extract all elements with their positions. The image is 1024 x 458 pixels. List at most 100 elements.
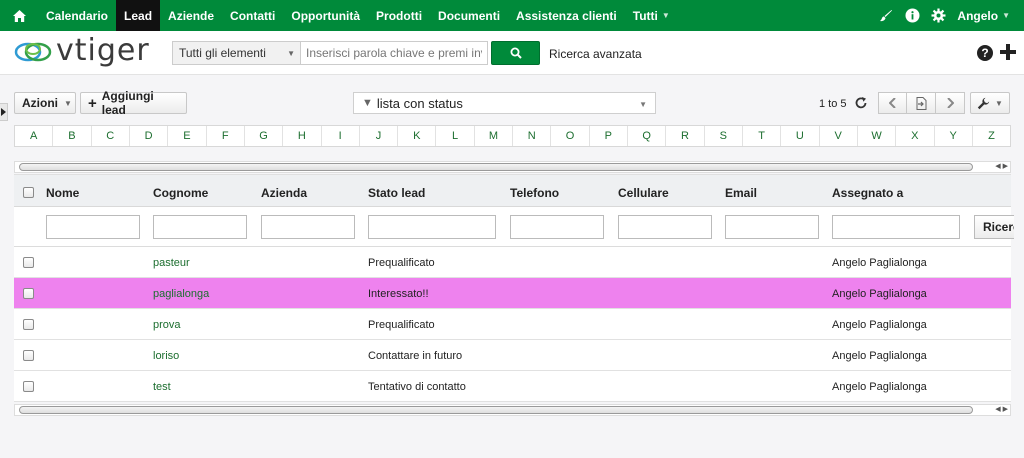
gear-icon[interactable] (925, 0, 951, 31)
refresh-icon[interactable] (854, 96, 868, 110)
nav-item-label: Contatti (230, 8, 276, 23)
alpha-letter-c[interactable]: C (92, 126, 130, 146)
column-header-email[interactable]: Email (725, 186, 757, 200)
alpha-letter-j[interactable]: J (360, 126, 399, 146)
nav-item-calendario[interactable]: Calendario (38, 0, 116, 31)
search-scope-select[interactable]: Tutti gli elementi ▼ (172, 41, 300, 65)
home-icon[interactable] (0, 0, 38, 31)
advanced-search-link[interactable]: Ricerca avanzata (549, 47, 642, 61)
nav-item-assistenza-clienti[interactable]: Assistenza clienti (508, 0, 625, 31)
alpha-letter-v[interactable]: V (820, 126, 858, 146)
table-row[interactable]: test Tentativo di contatto Angelo Paglialo… (14, 371, 1011, 402)
alpha-letter-h[interactable]: H (283, 126, 322, 146)
cell-cognome[interactable]: test (153, 381, 171, 393)
nav-item-aziende[interactable]: Aziende (160, 0, 222, 31)
actions-button[interactable]: Azioni ▼ (14, 92, 76, 114)
add-lead-button[interactable]: + Aggiungi lead (80, 89, 187, 117)
horizontal-scrollbar[interactable]: ◀ ▶ (14, 161, 1011, 173)
row-checkbox[interactable] (23, 381, 34, 392)
cell-cognome[interactable]: paglialonga (153, 288, 209, 300)
scroll-arrows-icon[interactable]: ◀ ▶ (995, 162, 1008, 172)
column-header-telefono[interactable]: Telefono (510, 186, 559, 200)
row-checkbox[interactable] (23, 257, 34, 268)
alpha-letter-x[interactable]: X (896, 126, 935, 146)
filter-input-azienda[interactable] (261, 215, 355, 239)
row-checkbox[interactable] (23, 350, 34, 361)
filter-input-stato[interactable] (368, 215, 496, 239)
alpha-letter-t[interactable]: T (743, 126, 782, 146)
alpha-letter-z[interactable]: Z (973, 126, 1010, 146)
alpha-letter-s[interactable]: S (705, 126, 743, 146)
help-icon[interactable]: ? (976, 44, 994, 62)
horizontal-scrollbar-bottom[interactable]: ◀ ▶ (14, 404, 1011, 416)
filter-select[interactable]: ▼ lista con status ▼ (353, 92, 656, 114)
alpha-letter-o[interactable]: O (551, 126, 590, 146)
row-checkbox[interactable] (23, 319, 34, 330)
add-icon[interactable] (998, 42, 1018, 62)
alpha-letter-a[interactable]: A (15, 126, 54, 146)
previous-page-button[interactable] (878, 92, 907, 114)
column-header-nome[interactable]: Nome (46, 186, 79, 200)
filter-input-assegnato[interactable] (832, 215, 960, 239)
select-all-checkbox[interactable] (23, 187, 34, 198)
search-filter-button[interactable]: Ricerca (974, 215, 1014, 239)
alpha-letter-r[interactable]: R (666, 126, 705, 146)
logo[interactable]: vtiger (14, 33, 150, 68)
filter-input-email[interactable] (725, 215, 819, 239)
pagination (878, 92, 965, 114)
alpha-letter-q[interactable]: Q (628, 126, 667, 146)
alpha-letter-e[interactable]: E (168, 126, 207, 146)
scrollbar-thumb[interactable] (19, 406, 973, 414)
alpha-letter-m[interactable]: M (475, 126, 514, 146)
alpha-letter-u[interactable]: U (781, 126, 820, 146)
nav-item-prodotti[interactable]: Prodotti (368, 0, 430, 31)
user-menu[interactable]: Angelo ▼ (951, 9, 1024, 23)
scrollbar-thumb[interactable] (19, 163, 973, 171)
column-header-azienda[interactable]: Azienda (261, 186, 307, 200)
table-row[interactable]: prova Prequalificato Angelo Paglialonga (14, 309, 1011, 340)
search-button[interactable] (491, 41, 540, 65)
alpha-letter-l[interactable]: L (436, 126, 475, 146)
alpha-letter-n[interactable]: N (513, 126, 552, 146)
sidebar-toggle[interactable] (0, 103, 8, 121)
alpha-letter-k[interactable]: K (398, 126, 437, 146)
cell-cognome[interactable]: prova (153, 319, 181, 331)
settings-dropdown-button[interactable]: ▼ (970, 92, 1010, 114)
alpha-letter-b[interactable]: B (53, 126, 92, 146)
cell-cognome[interactable]: loriso (153, 350, 179, 362)
alpha-letter-w[interactable]: W (858, 126, 897, 146)
column-header-stato[interactable]: Stato lead (368, 186, 425, 200)
nav-item-tutti[interactable]: Tutti ▼ (625, 0, 678, 31)
nav-item-documenti[interactable]: Documenti (430, 0, 508, 31)
filter-input-telefono[interactable] (510, 215, 604, 239)
scroll-arrows-icon[interactable]: ◀ ▶ (995, 405, 1008, 415)
next-page-button[interactable] (936, 92, 965, 114)
page-jump-button[interactable] (907, 92, 936, 114)
nav-item-lead[interactable]: Lead (116, 0, 161, 31)
nav-item-label: Calendario (46, 8, 109, 23)
alpha-letter-i[interactable]: I (322, 126, 360, 146)
alpha-letter-y[interactable]: Y (935, 126, 973, 146)
alpha-letter-d[interactable]: D (130, 126, 169, 146)
column-header-cognome[interactable]: Cognome (153, 186, 208, 200)
row-checkbox[interactable] (23, 288, 34, 299)
nav-item-label: Documenti (438, 8, 501, 23)
alpha-letter-g[interactable]: G (245, 126, 284, 146)
cell-cognome[interactable]: pasteur (153, 257, 190, 269)
column-header-cellulare[interactable]: Cellulare (618, 186, 669, 200)
nav-item-opportunit-[interactable]: Opportunità (283, 0, 368, 31)
table-row[interactable]: paglialonga Interessato!! Angelo Paglialon… (14, 278, 1011, 309)
column-header-assegnato[interactable]: Assegnato a (832, 186, 903, 200)
filter-input-nome[interactable] (46, 215, 140, 239)
nav-item-contatti[interactable]: Contatti (222, 0, 283, 31)
info-icon[interactable] (899, 0, 925, 31)
alpha-letter-p[interactable]: P (590, 126, 628, 146)
table-row[interactable]: loriso Contattare in futuro Angelo Paglial… (14, 340, 1011, 371)
filter-input-cellulare[interactable] (618, 215, 712, 239)
table-row[interactable]: pasteur Prequalificato Angelo Paglialonga (14, 247, 1011, 278)
alpha-letter-f[interactable]: F (207, 126, 245, 146)
search-input[interactable] (300, 41, 488, 65)
nav-item-label: Opportunità (291, 8, 361, 23)
filter-input-cognome[interactable] (153, 215, 247, 239)
brush-icon[interactable] (873, 0, 899, 31)
